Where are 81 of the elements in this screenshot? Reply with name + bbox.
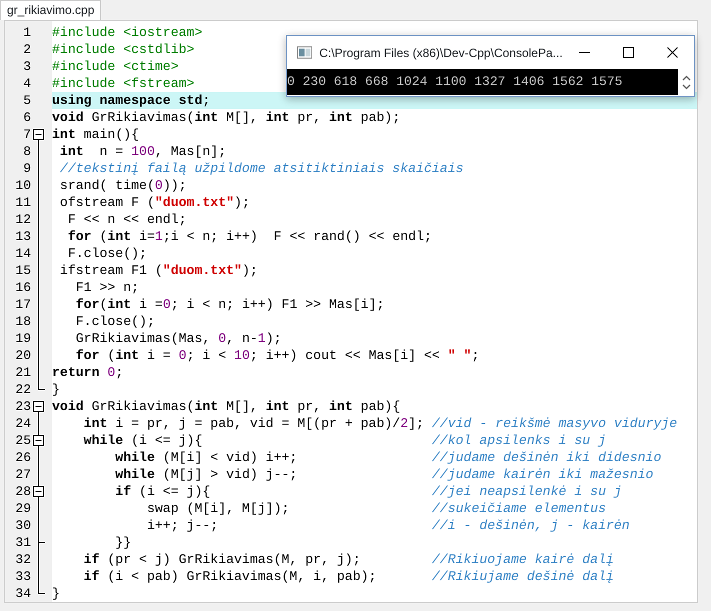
- line-number: 21: [14, 364, 31, 381]
- line-number: 16: [14, 279, 31, 296]
- scroll-up-icon[interactable]: [682, 74, 690, 80]
- scroll-down-icon[interactable]: [682, 84, 690, 90]
- line-number: 13: [14, 228, 31, 245]
- line-number: 11: [14, 194, 31, 211]
- collapse-icon[interactable]: [33, 483, 44, 500]
- line-number: 23: [14, 398, 31, 415]
- code-line: using namespace std;: [52, 92, 210, 109]
- code-line: int n = 100, Mas[n];: [58, 143, 226, 160]
- line-number: 8: [22, 143, 31, 160]
- code-line: F << n << endl;: [66, 211, 187, 228]
- line-number: 31: [14, 534, 31, 551]
- code-line: if (i < pab) GrRikiavimas(M, i, pab); //Rikiujame dešinė dalį: [82, 568, 614, 585]
- code-line: GrRikiavimas(Mas, 0, n-1);: [74, 330, 282, 347]
- code-line: void GrRikiavimas(int M[], int pr, int pab);: [52, 109, 400, 126]
- collapse-icon[interactable]: [33, 126, 44, 143]
- line-number: 22: [14, 381, 31, 398]
- code-line: //tekstinį failą užpildome atsitiktiniais skaičiais: [58, 160, 464, 177]
- line-number: 15: [14, 262, 31, 279]
- line-number: 17: [14, 296, 31, 313]
- maximize-icon: [622, 47, 634, 58]
- code-line: if (pr < j) GrRikiavimas(M, pr, j); //Rikiuojame kairė dalį: [82, 551, 614, 568]
- line-number: 25: [14, 432, 31, 449]
- console-app-icon: [297, 46, 312, 59]
- close-icon: [666, 47, 678, 58]
- code-line: for(int i =0; i < n; i++) F1 >> Mas[i];: [74, 296, 384, 313]
- code-line: int i = pr, j = pab, vid = M[(pr + pab)/2]; //vid - reikšmė masyvo viduryje: [82, 415, 678, 432]
- code-line: if (i <= j){ //jei neapsilenkė i su j: [114, 483, 622, 500]
- code-line: while (M[j] > vid) j--; //judame kairėn iki mažesnio: [114, 466, 654, 483]
- line-number: 26: [14, 449, 31, 466]
- line-number: 28: [14, 483, 31, 500]
- line-number: 18: [14, 313, 31, 330]
- console-output: 0 230 618 668 1024 1100 1327 1406 1562 1575: [287, 73, 624, 91]
- line-number: 3: [22, 58, 31, 75]
- collapse-icon[interactable]: [33, 432, 44, 449]
- line-number: 32: [14, 551, 31, 568]
- code-line: swap (M[i], M[j]); //sukeičiame elementus: [146, 500, 606, 517]
- code-line: ofstream F ("duom.txt");: [58, 194, 250, 211]
- code-line: }: [52, 585, 60, 602]
- window-title: C:\Program Files (x86)\Dev-Cpp\ConsolePa...: [319, 44, 563, 62]
- line-number: 27: [14, 466, 31, 483]
- line-number: 29: [14, 500, 31, 517]
- line-number: 5: [22, 92, 31, 109]
- code-line: #include <iostream>: [52, 24, 202, 41]
- code-line: i++; j--; //i - dešinėn, j - kairėn: [146, 517, 630, 534]
- code-line: void GrRikiavimas(int M[], int pr, int pab){: [52, 398, 400, 415]
- code-line: ifstream F1 ("duom.txt");: [58, 262, 258, 279]
- line-number: 20: [14, 347, 31, 364]
- code-line: #include <ctime>: [52, 58, 179, 75]
- line-number: 12: [14, 211, 31, 228]
- code-line: return 0;: [52, 364, 124, 381]
- line-number: 33: [14, 568, 31, 585]
- line-number: 10: [14, 177, 31, 194]
- fold-line: [38, 415, 39, 432]
- code-line: }: [52, 381, 60, 398]
- line-number: 9: [22, 160, 31, 177]
- line-number: 19: [14, 330, 31, 347]
- code-line: #include <cstdlib>: [52, 41, 194, 58]
- code-line: int main(){: [52, 126, 140, 143]
- line-number: 6: [22, 109, 31, 126]
- line-number: 14: [14, 245, 31, 262]
- code-line: F.close();: [74, 313, 155, 330]
- line-number: 2: [22, 41, 31, 58]
- line-number: 24: [14, 415, 31, 432]
- code-line: srand( time(0));: [58, 177, 187, 194]
- file-tab[interactable]: gr_rikiavimo.cpp: [0, 0, 102, 20]
- code-line: }}: [114, 534, 132, 551]
- code-line: F.close();: [66, 245, 147, 262]
- line-number: 34: [14, 585, 31, 602]
- code-line: for (int i=1;i < n; i++) F << rand() << endl;: [66, 228, 432, 245]
- line-number: 1: [22, 24, 31, 41]
- line-number: 4: [22, 75, 31, 92]
- code-line: #include <fstream>: [52, 75, 194, 92]
- code-line: while (i <= j){ //kol apsilenks i su j: [82, 432, 606, 449]
- code-line: for (int i = 0; i < 10; i++) cout << Mas[i] << " ";: [74, 347, 480, 364]
- code-line: F1 >> n;: [74, 279, 140, 296]
- collapse-icon[interactable]: [33, 398, 44, 415]
- line-number: 7: [22, 126, 31, 143]
- code-line: while (M[i] < vid) i++; //judame dešinėn iki didesnio: [114, 449, 662, 466]
- line-number: 30: [14, 517, 31, 534]
